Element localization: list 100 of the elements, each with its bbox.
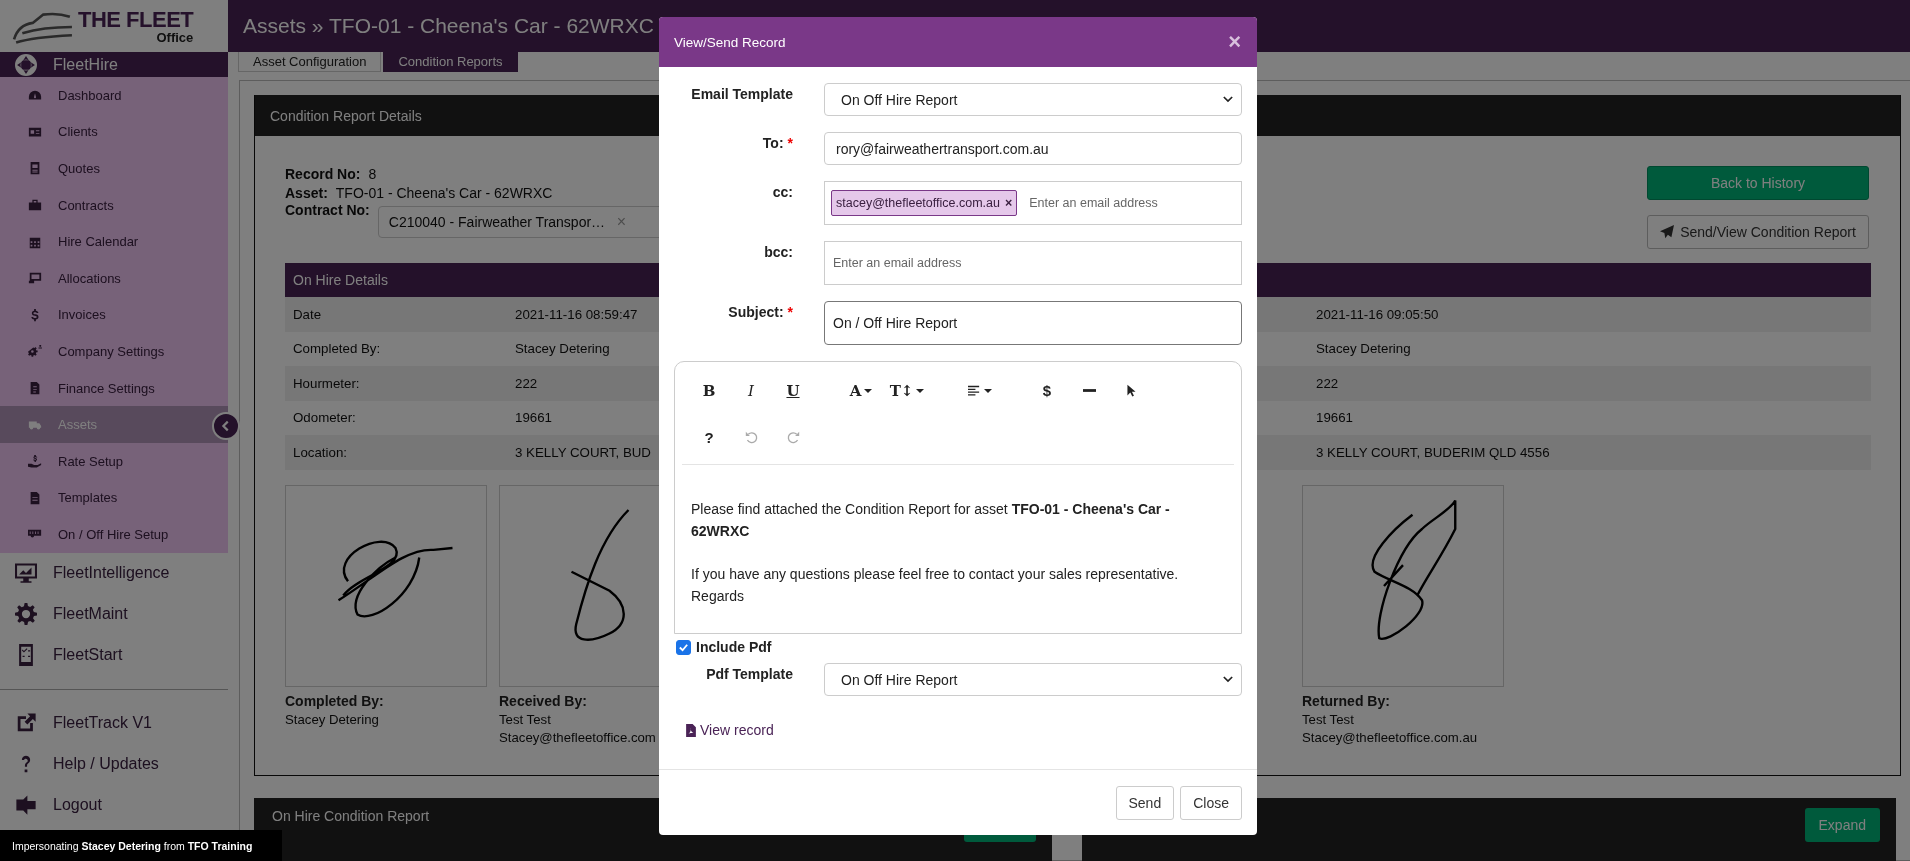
document-icon xyxy=(28,381,42,396)
screen-icon xyxy=(28,271,42,286)
bold-button[interactable]: B xyxy=(688,375,730,406)
help-button[interactable]: ? xyxy=(688,422,730,453)
page-title: Assets » TFO-01 - Cheena's Car - 62WRXC xyxy=(243,14,654,38)
gears-icon xyxy=(28,344,42,359)
field-label: Contract No: xyxy=(285,202,370,218)
document-icon xyxy=(28,490,42,505)
size-button[interactable]: T↕ xyxy=(883,375,931,406)
logo-subtitle: Office xyxy=(156,30,194,44)
row-value: 3 KELLY COURT, BUD xyxy=(515,444,651,460)
message-text: Please find attached the Condition Report for asset TFO-01 - Cheena's Car - 62WRXC xyxy=(691,500,1171,541)
row-label: Odometer: xyxy=(293,410,356,426)
row-value: 3 KELLY COURT, BUDERIM QLD 4556 xyxy=(1316,444,1550,460)
sidebar-item[interactable]: Allocations xyxy=(0,259,228,297)
signer-text: Test Test xyxy=(1302,711,1354,727)
aperture-icon xyxy=(15,53,37,76)
message-text: Regards xyxy=(691,587,745,606)
logout-icon xyxy=(15,794,37,817)
signer-text: Test Test xyxy=(499,711,551,727)
modal-title: View/Send Record xyxy=(674,34,786,50)
font-button[interactable]: A xyxy=(839,375,883,406)
view-record-link[interactable]: View record xyxy=(700,722,774,738)
sidebar-item[interactable]: Rate Setup xyxy=(0,442,228,480)
field-value: TFO-01 - Cheena's Car - 62WRXC xyxy=(335,185,553,201)
remove-tag-button[interactable]: × xyxy=(1004,196,1013,210)
sidebar-item[interactable]: Finance Settings xyxy=(0,369,228,407)
email-tag: stacey@thefleetoffice.com.au × xyxy=(831,190,1018,216)
module-menu-item[interactable]: FleetHire xyxy=(0,52,228,77)
sidebar-item[interactable]: Contracts xyxy=(0,186,228,224)
tab[interactable]: Asset Configuration xyxy=(238,52,382,72)
caret-icon xyxy=(916,388,925,393)
table-title: On Hire Details xyxy=(293,272,388,288)
email-tag-field[interactable]: Enter an email address xyxy=(824,241,1242,285)
row-label: Location: xyxy=(293,444,347,460)
row-value: 222 xyxy=(515,375,538,391)
field-label: Pdf Template xyxy=(706,666,793,682)
monitor-chart-icon xyxy=(15,562,37,585)
signature-caption: Returned By: xyxy=(1302,692,1390,709)
row-value: 19661 xyxy=(515,410,552,426)
sidebar-link[interactable]: FleetTrack V1 xyxy=(0,702,228,744)
dialog-button[interactable]: Send xyxy=(1115,785,1175,820)
module-menu-item[interactable]: FleetMaint xyxy=(0,593,228,635)
collapse-button[interactable] xyxy=(212,412,240,440)
italic-button[interactable]: I xyxy=(730,375,772,406)
sidebar-link[interactable]: Help / Updates xyxy=(0,743,228,785)
sidebar-item[interactable]: Quotes xyxy=(0,150,228,187)
module-menu-item[interactable]: FleetStart xyxy=(0,634,228,676)
row-value: 222 xyxy=(1316,375,1339,391)
sidebar-item[interactable]: Templates xyxy=(0,479,228,517)
briefcase-icon xyxy=(28,198,42,213)
close-button[interactable]: × xyxy=(1224,29,1245,55)
field-label: Record No: xyxy=(285,166,361,182)
sidebar-item[interactable]: Clients xyxy=(0,113,228,151)
panel-title: On Hire Condition Report xyxy=(272,807,430,824)
module-menu-item[interactable]: FleetIntelligence xyxy=(0,552,228,594)
tab[interactable]: Condition Reports xyxy=(383,52,518,72)
template-select[interactable]: On Off Hire Report xyxy=(824,663,1242,696)
checkbox-label: Include Pdf xyxy=(696,639,772,655)
caret-icon xyxy=(864,388,873,393)
field-value: 8 xyxy=(368,166,377,182)
signature-caption: Received By: xyxy=(499,692,587,709)
sidebar-item[interactable]: Hire Calendar xyxy=(0,223,228,260)
rich-text-editor[interactable]: B I U A T↕ $ ? Please find attached the Condition Report for asset TFO-01 - Cheena's Car - 62WRXC If you have any questions please feel free to contact your sales representative. Regards xyxy=(674,361,1242,634)
sidebar-link[interactable]: Logout xyxy=(0,784,228,826)
signer-text: Stacey@thefleetoffice.com xyxy=(499,729,656,745)
dollar-button[interactable]: $ xyxy=(1026,375,1068,406)
impersonation-text: Impersonating Stacey Detering from TFO Training xyxy=(12,839,253,852)
pointer-icon xyxy=(1124,384,1138,397)
card-title: Condition Report Details xyxy=(270,107,422,124)
row-value: Stacey Detering xyxy=(515,341,610,357)
field-label: bcc: xyxy=(764,244,793,260)
logo-title: THE FLEET xyxy=(78,8,194,31)
chevron-down-icon xyxy=(1223,676,1233,683)
sidebar-item[interactable]: On / Off Hire Setup xyxy=(0,516,228,553)
underline-button[interactable]: U xyxy=(772,375,814,406)
pdf-file-icon xyxy=(686,723,696,737)
required-mark: * xyxy=(787,304,793,320)
template-select[interactable]: On Off Hire Report xyxy=(824,83,1242,116)
email-tag-field[interactable]: stacey@thefleetoffice.com.au × Enter an email address xyxy=(824,181,1242,225)
row-label: Date xyxy=(293,306,322,322)
field-label: Subject: xyxy=(728,304,784,320)
message-text: If you have any questions please feel free to contact your sales representative. xyxy=(691,565,1180,584)
dialog-button[interactable]: Close xyxy=(1180,785,1242,820)
document-icon xyxy=(28,161,42,176)
paper-plane-icon xyxy=(1660,225,1675,239)
hand-icon xyxy=(28,454,42,469)
sidebar-item[interactable]: Company Settings xyxy=(0,333,228,370)
send-report-button[interactable]: Send/View Condition Report xyxy=(1647,215,1869,249)
row-value: Stacey Detering xyxy=(1316,341,1411,357)
input-field[interactable]: On / Off Hire Report xyxy=(824,301,1242,345)
gear-icon xyxy=(15,603,37,626)
input-field[interactable]: rory@fairweathertransport.com.au xyxy=(824,132,1242,165)
signer-text: Stacey Detering xyxy=(285,711,379,727)
checkbox[interactable] xyxy=(676,639,691,655)
sidebar-item[interactable]: Dashboard xyxy=(0,77,228,114)
field-label: To: xyxy=(762,135,784,151)
sidebar-item[interactable]: Invoices xyxy=(0,296,228,334)
redo-icon xyxy=(786,431,800,444)
field-label: cc: xyxy=(772,184,793,200)
